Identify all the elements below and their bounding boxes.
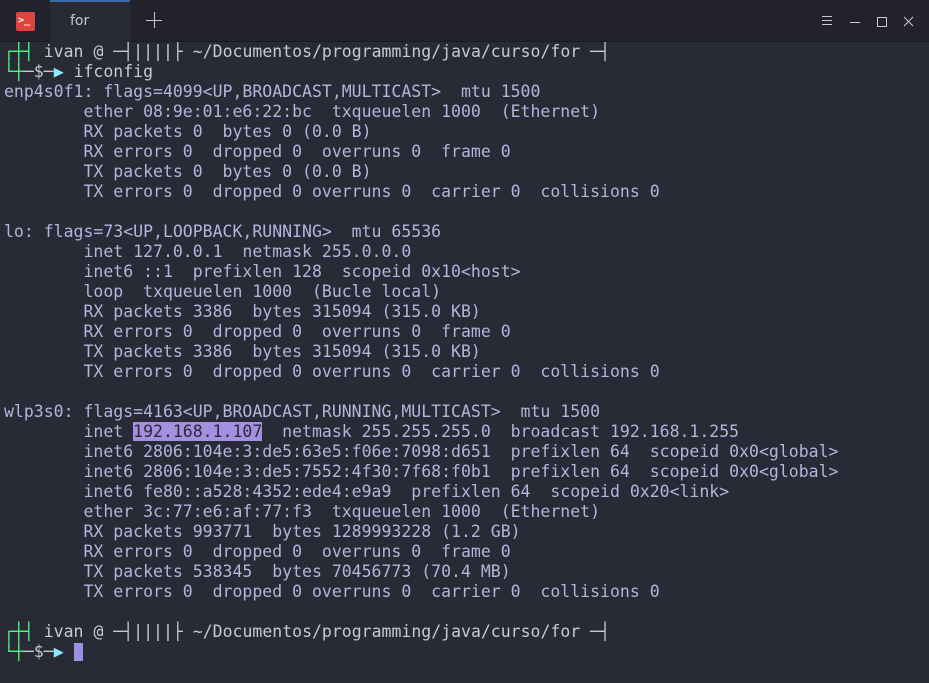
output-line: ether 3c:77:e6:af:77:f3 txqueuelen 1000 … <box>4 502 601 521</box>
prompt-dollar: ─$─ <box>23 62 54 81</box>
prompt-line-top: ┌┼┤ ivan @ ─┤||||├ ~/Documentos/programm… <box>4 622 610 642</box>
maximize-icon[interactable] <box>873 12 891 30</box>
prompt-line-bottom: └┼─$─▶ ifconfig <box>4 62 153 82</box>
output-line: loop txqueuelen 1000 (Bucle local) <box>4 282 442 301</box>
selected-ip-address[interactable]: 192.168.1.107 <box>133 422 263 441</box>
prompt-at: @ <box>93 42 104 61</box>
prompt-arrow-icon: ▶ <box>53 642 64 661</box>
new-tab-plus-icon[interactable] <box>142 10 166 32</box>
output-line: TX errors 0 dropped 0 overruns 0 carrier… <box>4 182 660 201</box>
output-line: wlp3s0: flags=4163<UP,BROADCAST,RUNNING,… <box>4 402 601 421</box>
output-line: RX packets 993771 bytes 1289993228 (1.2 … <box>4 522 521 541</box>
inet-prefix: inet <box>4 422 134 441</box>
prompt-end-glyph: ─┤ <box>590 42 611 61</box>
output-line: TX errors 0 dropped 0 overruns 0 carrier… <box>4 362 660 381</box>
terminal-output[interactable]: ┌┼┤ ivan @ ─┤||||├ ~/Documentos/programm… <box>4 42 925 680</box>
output-line: inet 127.0.0.1 netmask 255.0.0.0 <box>4 242 412 261</box>
output-line: ether 08:9e:01:e6:22:bc txqueuelen 1000 … <box>4 102 601 121</box>
prompt-dollar: ─$─ <box>23 642 54 661</box>
close-icon[interactable] <box>900 12 918 30</box>
tab-for[interactable]: for <box>50 0 130 42</box>
prompt-separator-glyph: ─┤||||├ <box>113 42 183 61</box>
prompt-corner-glyph: ┌┼┤ <box>4 622 34 641</box>
output-line: inet6 2806:104e:3:de5:63e5:f06e:7098:d65… <box>4 442 839 461</box>
output-line: RX errors 0 dropped 0 overruns 0 frame 0 <box>4 142 511 161</box>
inet-suffix: netmask 255.255.255.0 broadcast 192.168.… <box>262 422 740 441</box>
prompt-arrow-icon: ▶ <box>53 62 64 81</box>
prompt-user: ivan <box>43 42 84 61</box>
prompt-line-bottom: └┼─$─▶ <box>4 642 83 662</box>
output-line: TX errors 0 dropped 0 overruns 0 carrier… <box>4 582 660 601</box>
prompt-corner-glyph: ┌┼┤ <box>4 42 34 61</box>
prompt-end-glyph: ─┤ <box>590 622 611 641</box>
prompt-path: ~/Documentos/programming/java/curso/for <box>192 42 581 61</box>
minimize-icon[interactable] <box>846 12 864 30</box>
prompt-at: @ <box>93 622 104 641</box>
prompt-path: ~/Documentos/programming/java/curso/for <box>192 622 581 641</box>
tab-label: for <box>70 13 90 29</box>
prompt-bottom-glyph: └┼ <box>4 62 24 81</box>
terminal-app-icon[interactable]: >_ <box>16 12 35 31</box>
output-line: RX errors 0 dropped 0 overruns 0 frame 0 <box>4 322 511 341</box>
output-line: inet6 ::1 prefixlen 128 scopeid 0x10<hos… <box>4 262 521 281</box>
prompt-bottom-glyph: └┼ <box>4 642 24 661</box>
text-cursor[interactable] <box>73 643 83 661</box>
hamburger-menu-icon[interactable] <box>818 12 836 30</box>
prompt-separator-glyph: ─┤||||├ <box>113 622 183 641</box>
output-line: lo: flags=73<UP,LOOPBACK,RUNNING> mtu 65… <box>4 222 442 241</box>
command-text: ifconfig <box>73 62 154 81</box>
output-line: RX errors 0 dropped 0 overruns 0 frame 0 <box>4 542 511 561</box>
output-line: inet6 fe80::a528:4352:ede4:e9a9 prefixle… <box>4 482 730 501</box>
output-line: enp4s0f1: flags=4099<UP,BROADCAST,MULTIC… <box>4 82 541 101</box>
output-line: TX packets 3386 bytes 315094 (315.0 KB) <box>4 342 481 361</box>
terminal-window: >_ for ┌┼┤ ivan @ ─┤||||├ ~/Documentos/p… <box>0 0 929 683</box>
prompt-user: ivan <box>43 622 84 641</box>
output-line-inet: inet 192.168.1.107 netmask 255.255.255.0… <box>4 422 739 442</box>
prompt-line-top: ┌┼┤ ivan @ ─┤||||├ ~/Documentos/programm… <box>4 42 610 62</box>
output-line: RX packets 3386 bytes 315094 (315.0 KB) <box>4 302 481 321</box>
output-line: TX packets 0 bytes 0 (0.0 B) <box>4 162 372 181</box>
output-line: inet6 2806:104e:3:de5:7552:4f30:7f68:f0b… <box>4 462 839 481</box>
title-bar: >_ for <box>0 0 929 42</box>
output-line: RX packets 0 bytes 0 (0.0 B) <box>4 122 372 141</box>
output-line: TX packets 538345 bytes 70456773 (70.4 M… <box>4 562 511 581</box>
